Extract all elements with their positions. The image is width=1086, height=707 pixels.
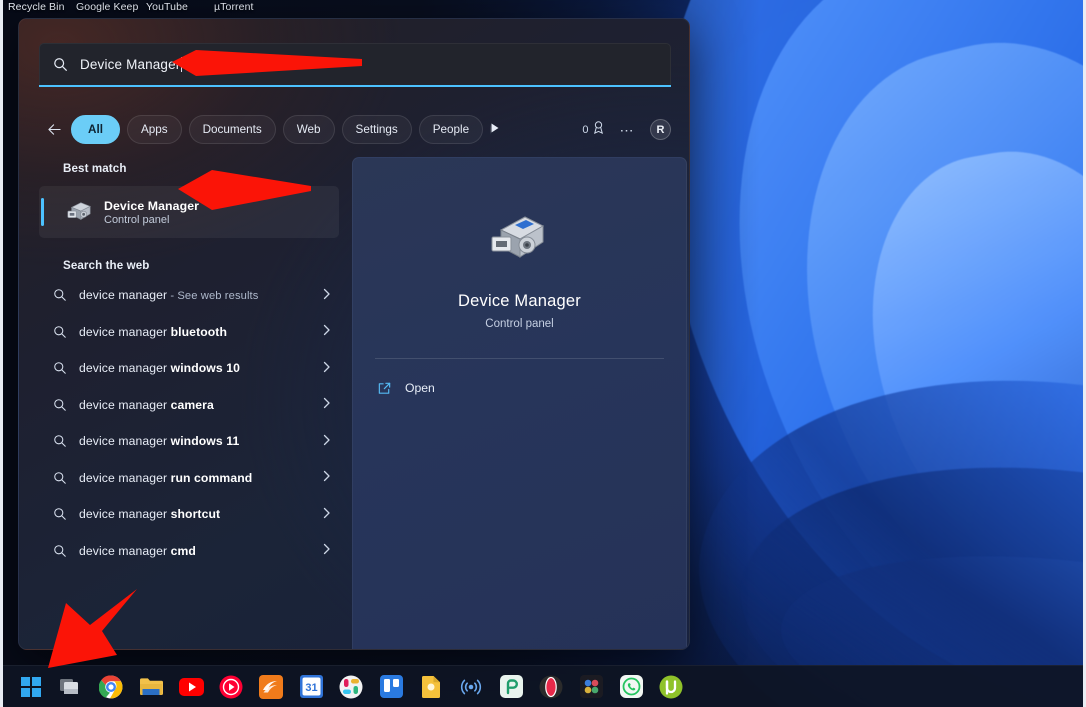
- search-filter-bar: All Apps Documents Web Settings People F…: [39, 113, 671, 146]
- web-suggestion-row[interactable]: device manager windows 10: [39, 350, 339, 387]
- file-explorer[interactable]: [138, 674, 164, 700]
- search-icon: [53, 544, 79, 558]
- device-manager-icon: [485, 206, 555, 276]
- web-suggestion-label: device manager cmd: [79, 543, 196, 558]
- tab-people[interactable]: People: [418, 115, 484, 144]
- result-preview-panel: Device Manager Control panel Open: [352, 157, 687, 649]
- web-suggestion-label: device manager windows 11: [79, 434, 240, 449]
- desktop-icon-recycle-bin[interactable]: Recycle Bin: [8, 1, 65, 13]
- screenshot-frame-left: [0, 0, 3, 707]
- open-external-icon: [377, 381, 392, 396]
- web-suggestion-row[interactable]: device manager camera: [39, 387, 339, 424]
- chevron-right-icon[interactable]: [322, 288, 331, 303]
- result-subtitle: Control panel: [104, 213, 170, 226]
- search-query-text: Device Manager: [80, 57, 183, 72]
- notepad[interactable]: [418, 674, 444, 700]
- open-action-button[interactable]: Open: [377, 373, 686, 403]
- chevron-right-icon[interactable]: [322, 361, 331, 376]
- device-manager-icon: [63, 196, 95, 228]
- search-icon: [53, 471, 79, 485]
- search-icon: [53, 288, 79, 302]
- search-results-column: Best match Device Manager Control panel …: [39, 157, 339, 569]
- rewards-count: 0: [582, 123, 589, 136]
- chevron-right-icon[interactable]: [322, 324, 331, 339]
- svg-text:31: 31: [305, 682, 317, 694]
- preview-subtitle: Control panel: [485, 318, 554, 330]
- web-suggestion-label: device manager run command: [79, 470, 253, 485]
- tab-documents[interactable]: Documents: [188, 115, 276, 144]
- podcast-app[interactable]: [458, 674, 484, 700]
- chevron-right-icon[interactable]: [322, 543, 331, 558]
- rewards-indicator[interactable]: 0: [582, 121, 604, 138]
- desktop-icon-youtube[interactable]: YouTube: [146, 1, 188, 13]
- start-button[interactable]: [18, 674, 44, 700]
- google-calendar[interactable]: 31: [298, 674, 324, 700]
- trello[interactable]: [378, 674, 404, 700]
- davinci-resolve[interactable]: [578, 674, 604, 700]
- windows-desktop: Recycle Bin Google Keep YouTube µTorrent…: [0, 0, 1086, 707]
- text-cursor: [181, 57, 183, 72]
- search-the-web-section: Search the web device manager - See web …: [39, 254, 339, 569]
- task-view-button[interactable]: [58, 674, 84, 700]
- chevron-right-icon[interactable]: [322, 397, 331, 412]
- selection-accent-bar: [41, 198, 44, 226]
- nvidia-geforce[interactable]: [258, 674, 284, 700]
- search-icon: [53, 325, 79, 339]
- tab-web[interactable]: Web: [282, 115, 335, 144]
- google-chrome[interactable]: [98, 674, 124, 700]
- desktop-icon-labels: Recycle Bin Google Keep YouTube µTorrent: [0, 0, 1086, 18]
- search-icon: [53, 434, 79, 448]
- web-suggestion-row[interactable]: device manager windows 11: [39, 423, 339, 460]
- opera-browser[interactable]: [538, 674, 564, 700]
- result-title: Device Manager: [104, 198, 200, 213]
- desktop-icon-utorrent[interactable]: µTorrent: [214, 1, 254, 13]
- search-icon: [53, 507, 79, 521]
- tab-settings[interactable]: Settings: [341, 115, 412, 144]
- search-icon: [53, 398, 79, 412]
- search-icon: [53, 361, 79, 375]
- search-header-actions: 0 ⋯ R: [582, 113, 671, 146]
- arrow-left-icon[interactable]: [39, 115, 69, 145]
- search-input[interactable]: Device Manager: [39, 43, 671, 85]
- web-suggestion-list: device manager - See web results device m…: [39, 277, 339, 569]
- windows-search-panel: Device Manager All Apps Documents Web Se…: [18, 18, 690, 650]
- tab-all[interactable]: All: [71, 115, 120, 144]
- web-suggestion-row[interactable]: device manager shortcut: [39, 496, 339, 533]
- desktop-icon-google-keep[interactable]: Google Keep: [76, 1, 138, 13]
- web-section-header: Search the web: [63, 259, 150, 272]
- chevron-right-icon[interactable]: [322, 507, 331, 522]
- whatsapp[interactable]: [618, 674, 644, 700]
- open-action-label: Open: [405, 381, 435, 395]
- search-focus-underline: [39, 85, 671, 87]
- chevron-right-icon[interactable]: [322, 470, 331, 485]
- search-icon: [40, 57, 80, 72]
- web-suggestion-label: device manager - See web results: [79, 288, 259, 303]
- filter-chip-list: All Apps Documents Web Settings People F…: [71, 115, 491, 144]
- play-arrow-icon[interactable]: [489, 122, 501, 137]
- divider: [375, 358, 664, 359]
- rewards-medal-icon: [592, 121, 605, 138]
- youtube-music[interactable]: [218, 674, 244, 700]
- slack[interactable]: [338, 674, 364, 700]
- web-suggestion-label: device manager windows 10: [79, 361, 241, 376]
- web-suggestion-label: device manager bluetooth: [79, 324, 228, 339]
- taskbar: 31: [0, 665, 1086, 707]
- preview-title: Device Manager: [458, 292, 581, 310]
- web-suggestion-label: device manager shortcut: [79, 507, 221, 522]
- ellipsis-icon[interactable]: ⋯: [620, 123, 636, 137]
- avatar[interactable]: R: [650, 119, 671, 140]
- web-suggestion-row[interactable]: device manager - See web results: [39, 277, 339, 314]
- proton-app[interactable]: [498, 674, 524, 700]
- utorrent[interactable]: [658, 674, 684, 700]
- web-suggestion-row[interactable]: device manager run command: [39, 460, 339, 497]
- chevron-right-icon[interactable]: [322, 434, 331, 449]
- web-suggestion-row[interactable]: device manager bluetooth: [39, 314, 339, 351]
- taskbar-icon-list: 31: [0, 674, 684, 700]
- result-item-device-manager[interactable]: Device Manager Control panel: [39, 186, 339, 238]
- best-match-header: Best match: [63, 162, 127, 175]
- web-suggestion-label: device manager camera: [79, 397, 214, 412]
- youtube[interactable]: [178, 674, 204, 700]
- tab-apps[interactable]: Apps: [126, 115, 182, 144]
- web-suggestion-row[interactable]: device manager cmd: [39, 533, 339, 570]
